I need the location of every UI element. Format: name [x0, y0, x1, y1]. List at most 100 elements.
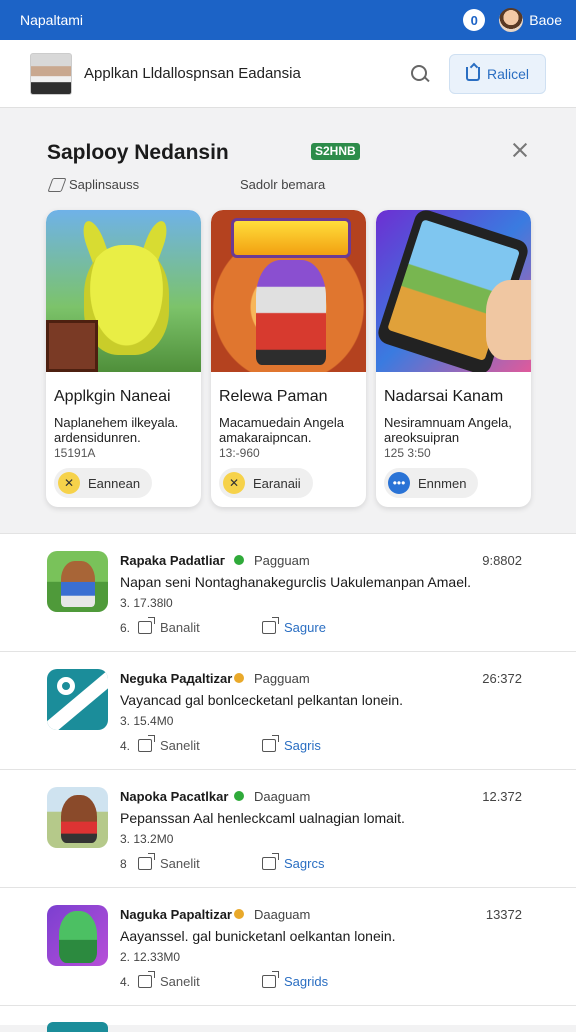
- status-badge: S2HNB: [311, 143, 360, 160]
- card-meta: 13:-960: [219, 446, 260, 460]
- card-thumbnail: [211, 210, 366, 372]
- card-button-icon: ✕: [58, 472, 80, 494]
- upload-button-label: Ralicel: [486, 65, 529, 82]
- feed-item-avatar[interactable]: [47, 905, 108, 966]
- feed-action-label: Sanelit: [160, 974, 200, 989]
- card-title: Nadarsai Kanam: [384, 388, 504, 405]
- upload-button[interactable]: Ralicel: [448, 53, 546, 94]
- feed-link-button[interactable]: Sagrcs: [262, 853, 324, 871]
- card-button[interactable]: ✕ Earanaii: [219, 468, 313, 498]
- feed-item-count: 4.: [120, 739, 131, 753]
- feed-item-author[interactable]: Naguka Papaltizar: [120, 907, 232, 922]
- share-icon: [262, 971, 279, 988]
- card-title: Applkgin Naneai: [54, 388, 171, 405]
- app-title: Napaltami: [20, 12, 84, 28]
- top-app-bar: Napaltami 0 Baoe: [0, 0, 576, 40]
- feed-item-author[interactable]: Rapaka Padatliaг: [120, 553, 225, 568]
- share-icon: [138, 971, 155, 988]
- card-meta: 15191A: [54, 446, 96, 460]
- feed-action-button[interactable]: Sanelit: [138, 853, 200, 871]
- featured-card[interactable]: Relewa Paman Macamuedain Angela amakarai…: [211, 210, 366, 507]
- feed-item-author[interactable]: Napoka Pacatlkar: [120, 789, 228, 804]
- share-icon: [262, 735, 279, 752]
- card-thumbnail: [46, 210, 201, 372]
- feed-item-avatar[interactable]: [47, 787, 108, 848]
- status-dot-icon: [234, 791, 244, 801]
- feed-item-time: 12.372: [482, 789, 522, 804]
- feed-item-stats: 3. 13.2M0: [120, 832, 174, 846]
- feed-item-tag: Daaguam: [254, 789, 311, 804]
- card-thumbnail: [376, 210, 531, 372]
- feed-item-text: Pepanssan Aal henleckcaml ualnagian loma…: [120, 810, 405, 826]
- sub-link-left[interactable]: Saplinsauss: [47, 177, 140, 192]
- user-avatar[interactable]: [499, 8, 524, 32]
- share-icon: [138, 853, 155, 870]
- upload-icon: [465, 66, 480, 81]
- feed-item-time: 9:8802: [482, 553, 522, 568]
- feed-item-tag: Pagguam: [254, 671, 310, 686]
- sub-link-right[interactable]: Sadolr bemara: [240, 177, 325, 192]
- feed-item-tag: Daaguam: [254, 907, 311, 922]
- close-icon[interactable]: [512, 142, 528, 158]
- feed-item[interactable]: Rapaka Padatliaг Pagguam 9:8802 Napan se…: [0, 533, 576, 651]
- feed-item-stats: 2. 12.33M0: [120, 950, 181, 964]
- card-description: Nesiramnuam Angela, areoksuipran: [384, 415, 512, 445]
- feed-item[interactable]: Neguka Paдaltizar Pagguam 26:372 Vayanca…: [0, 651, 576, 769]
- feed-action-label: Sanelit: [160, 738, 200, 753]
- feed-link-button[interactable]: Sagrids: [262, 971, 329, 989]
- feed-item-author[interactable]: Neguka Paдaltizar: [120, 671, 232, 686]
- section-title: Saploоу Nedansin: [47, 141, 229, 164]
- feed-item-partial[interactable]: [0, 1005, 576, 1032]
- feed-action-label: Sanelit: [160, 856, 200, 871]
- feed-item-tag: Pagguam: [254, 553, 310, 568]
- edit-icon: [47, 177, 67, 192]
- feed-item-stats: 3. 15.4M0: [120, 714, 174, 728]
- feed-action-button[interactable]: Sanelit: [138, 971, 200, 989]
- search-icon[interactable]: [409, 63, 431, 85]
- feed-item-count: 8: [120, 857, 127, 871]
- featured-card[interactable]: Nadarsai Kanam Nesiramnuam Angela, areok…: [376, 210, 531, 507]
- card-description: Macamuedain Angela amakaraipncan.: [219, 415, 345, 445]
- share-icon: [262, 853, 279, 870]
- feed-item-count: 4.: [120, 975, 131, 989]
- feed-item-text: Vayancad gal bonlcecketanl pelkantan lon…: [120, 692, 404, 708]
- feed-list: Rapaka Padatliaг Pagguam 9:8802 Napan se…: [0, 533, 576, 1032]
- feed-item-text: Napan seni Nontaghanakegurclis Uakuleman…: [120, 574, 471, 590]
- feed-item-time: 26:372: [482, 671, 522, 686]
- card-button-icon: •••: [388, 472, 410, 494]
- feed-item[interactable]: Naguka Papaltizar Daaguam 13372 Aayansse…: [0, 887, 576, 1005]
- feed-action-button[interactable]: Banalit: [138, 617, 200, 635]
- featured-card[interactable]: Applkgin Naneai Naplanehem ilkeyala. ard…: [46, 210, 201, 507]
- feed-link-label: Sagure: [284, 620, 326, 635]
- feed-link-button[interactable]: Sagris: [262, 735, 321, 753]
- feed-item-avatar[interactable]: [47, 669, 108, 730]
- feed-item-avatar[interactable]: [47, 551, 108, 612]
- feed-link-button[interactable]: Sagure: [262, 617, 326, 635]
- status-dot-icon: [234, 555, 244, 565]
- page-header: Applkan Lldallospnsan Eadansia Ralicel: [0, 40, 576, 108]
- share-icon: [262, 617, 279, 634]
- sub-link-left-label: Saplinsauss: [69, 177, 140, 192]
- account-status-icon[interactable]: 0: [463, 9, 486, 31]
- feed-item-stats: 3. 17.38l0: [120, 596, 173, 610]
- card-button-icon: ✕: [223, 472, 245, 494]
- card-button-label: Ennmen: [418, 475, 467, 491]
- status-dot-icon: [234, 673, 244, 683]
- feed-link-label: Sagris: [284, 738, 321, 753]
- feed-item-count: 6.: [120, 621, 131, 635]
- page-title: Applkan Lldallospnsan Eadansia: [84, 65, 301, 82]
- user-name[interactable]: Baoe: [529, 12, 562, 28]
- card-button-label: Eannean: [88, 475, 141, 491]
- card-button[interactable]: ✕ Eannean: [54, 468, 153, 498]
- card-button-label: Earanaii: [253, 475, 301, 491]
- share-icon: [138, 617, 155, 634]
- feed-action-label: Banalit: [160, 620, 200, 635]
- status-dot-icon: [234, 909, 244, 919]
- card-button[interactable]: ••• Ennmen: [384, 468, 479, 498]
- profile-picture[interactable]: [30, 52, 72, 95]
- feed-item-time: 13372: [485, 907, 522, 922]
- feed-action-button[interactable]: Sanelit: [138, 735, 200, 753]
- feed-item[interactable]: Napoka Pacatlkar Daaguam 12.372 Pepanssa…: [0, 769, 576, 887]
- share-icon: [138, 735, 155, 752]
- feed-link-label: Sagrids: [284, 974, 329, 989]
